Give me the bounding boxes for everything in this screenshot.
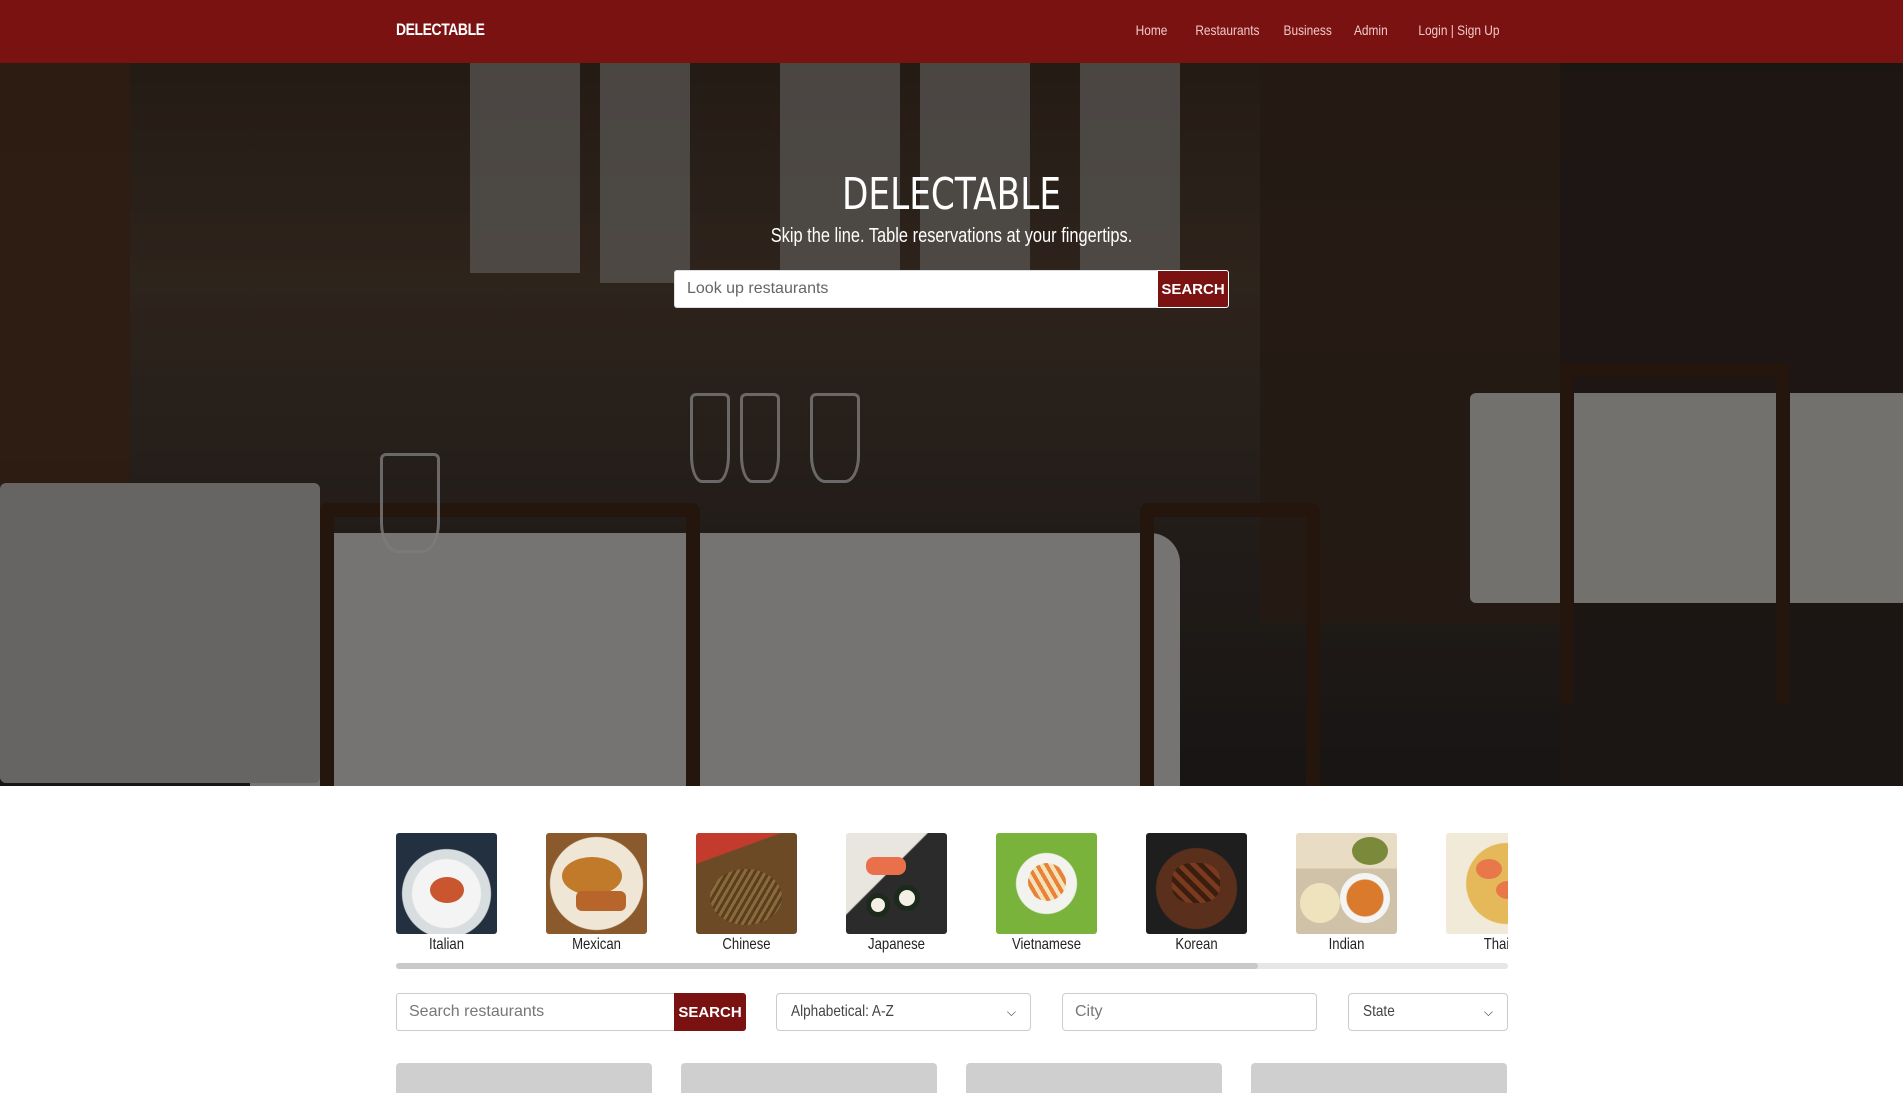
category-indian[interactable]: Indian bbox=[1296, 833, 1397, 954]
hero-search-input[interactable] bbox=[674, 270, 1157, 308]
mexican-food-image bbox=[546, 833, 647, 934]
category-label: Chinese bbox=[722, 936, 771, 953]
category-japanese[interactable]: Japanese bbox=[846, 833, 947, 954]
category-label: Vietnamese bbox=[1011, 936, 1082, 953]
hero-search-bar: SEARCH bbox=[674, 270, 1229, 308]
nav-login-signup-link[interactable]: Login | Sign Up bbox=[1418, 22, 1499, 38]
hero-title: DELECTABLE bbox=[841, 169, 1062, 220]
hero-search-button[interactable]: SEARCH bbox=[1157, 270, 1229, 308]
restaurant-search-group: SEARCH bbox=[396, 993, 746, 1031]
indian-food-image bbox=[1296, 833, 1397, 934]
category-label: Indian bbox=[1328, 936, 1365, 953]
category-label: Korean bbox=[1175, 936, 1218, 953]
restaurant-search-input[interactable] bbox=[396, 993, 674, 1031]
restaurant-search-button[interactable]: SEARCH bbox=[674, 993, 746, 1031]
category-label: Italian bbox=[428, 936, 465, 953]
restaurant-card[interactable] bbox=[396, 1063, 652, 1093]
nav-business-link[interactable]: Business bbox=[1284, 22, 1332, 38]
category-scrollbar[interactable] bbox=[396, 963, 1508, 969]
sort-select-value: Alphabetical: A-Z bbox=[791, 1003, 894, 1020]
nav-admin-link[interactable]: Admin bbox=[1354, 22, 1388, 38]
restaurant-card[interactable] bbox=[966, 1063, 1222, 1093]
category-label: Mexican bbox=[572, 936, 621, 953]
nav-restaurants-link[interactable]: Restaurants bbox=[1195, 22, 1259, 38]
chevron-down-icon: ⌵ bbox=[1483, 1004, 1493, 1019]
sort-select[interactable]: Alphabetical: A-Z ⌵ bbox=[776, 993, 1031, 1031]
restaurant-card[interactable] bbox=[1251, 1063, 1507, 1093]
category-thai[interactable]: Thai bbox=[1446, 833, 1508, 954]
category-mexican[interactable]: Mexican bbox=[546, 833, 647, 954]
category-italian[interactable]: Italian bbox=[396, 833, 497, 954]
vietnamese-food-image bbox=[996, 833, 1097, 934]
state-select-value: State bbox=[1363, 1003, 1395, 1020]
category-korean[interactable]: Korean bbox=[1146, 833, 1247, 954]
italian-food-image bbox=[396, 833, 497, 934]
city-input[interactable] bbox=[1062, 993, 1317, 1031]
chevron-down-icon: ⌵ bbox=[1006, 1004, 1016, 1019]
brand-logo[interactable]: DELECTABLE bbox=[396, 20, 485, 40]
thai-food-image bbox=[1446, 833, 1508, 934]
nav-home-link[interactable]: Home bbox=[1136, 22, 1168, 38]
restaurant-card-row bbox=[396, 1063, 1508, 1093]
filter-bar: SEARCH Alphabetical: A-Z ⌵ State ⌵ bbox=[396, 993, 1508, 1031]
category-vietnamese[interactable]: Vietnamese bbox=[996, 833, 1097, 954]
hero-subtitle: Skip the line. Table reservations at you… bbox=[770, 225, 1133, 247]
restaurant-card[interactable] bbox=[681, 1063, 937, 1093]
hero-banner: DELECTABLE Skip the line. Table reservat… bbox=[0, 63, 1903, 786]
category-chinese[interactable]: Chinese bbox=[696, 833, 797, 954]
state-select[interactable]: State ⌵ bbox=[1348, 993, 1508, 1031]
chinese-food-image bbox=[696, 833, 797, 934]
category-scrollbar-thumb[interactable] bbox=[396, 963, 1258, 969]
top-navbar: DELECTABLE Home Restaurants Business Adm… bbox=[0, 0, 1903, 63]
korean-food-image bbox=[1146, 833, 1247, 934]
category-label: Thai bbox=[1483, 936, 1508, 953]
cuisine-category-strip: Italian Mexican Chinese Japanese Vietnam… bbox=[396, 833, 1508, 969]
category-label: Japanese bbox=[868, 936, 925, 953]
nav-links: Home Restaurants Business Admin Login | … bbox=[1130, 22, 1499, 38]
japanese-food-image bbox=[846, 833, 947, 934]
